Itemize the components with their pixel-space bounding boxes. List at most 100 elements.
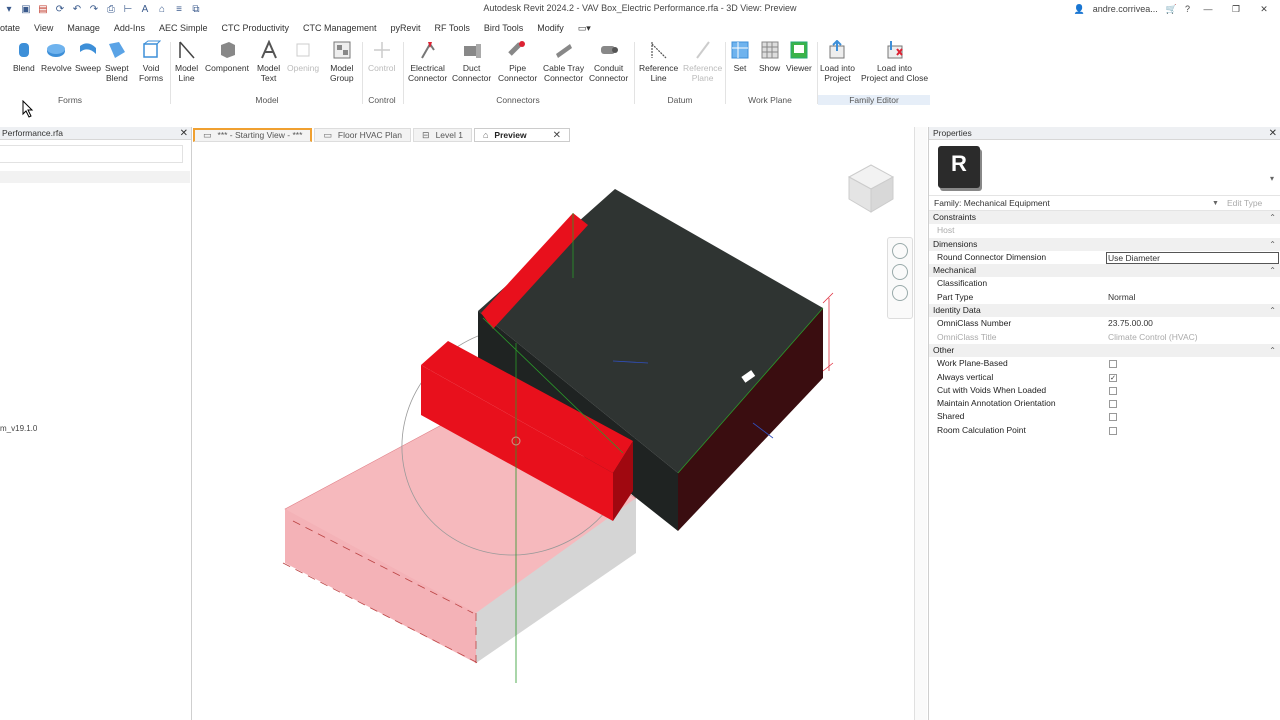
void-forms-button[interactable]: Void Forms: [139, 40, 163, 83]
minimize-icon[interactable]: —: [1198, 4, 1218, 14]
load-into-project-close-button[interactable]: Load into Project and Close: [861, 40, 928, 83]
tab-create[interactable]: otate: [0, 23, 27, 33]
close-icon[interactable]: ✕: [1269, 127, 1277, 140]
group-other[interactable]: Other ⌃: [929, 343, 1280, 358]
close-icon[interactable]: ✕: [1254, 4, 1274, 15]
tab-rf-tools[interactable]: RF Tools: [428, 23, 477, 33]
tab-floor-hvac-plan[interactable]: ▭ Floor HVAC Plan: [314, 128, 412, 142]
view-splitter[interactable]: [914, 127, 927, 720]
measure-icon[interactable]: ⊢: [121, 3, 135, 15]
conduit-connector-button[interactable]: Conduit Connector: [589, 40, 628, 83]
steering-wheel-icon[interactable]: [892, 243, 908, 259]
swept-blend-button[interactable]: Swept Blend: [105, 40, 129, 83]
tab-view[interactable]: View: [27, 23, 60, 33]
ribbon-options-icon[interactable]: ▭▾: [571, 23, 598, 34]
tab-preview[interactable]: ⌂ Preview ✕: [473, 128, 570, 142]
text-icon[interactable]: A: [138, 3, 152, 15]
duct-connector-button[interactable]: Duct Connector: [452, 40, 491, 83]
view-cube[interactable]: [841, 157, 901, 217]
set-button[interactable]: Set: [730, 40, 750, 73]
tab-add-ins[interactable]: Add-Ins: [107, 23, 152, 33]
edit-type-button[interactable]: Edit Type: [1227, 198, 1262, 208]
panel-model[interactable]: Model: [237, 95, 297, 105]
panel-datum[interactable]: Datum: [650, 95, 710, 105]
collapse-icon[interactable]: ⌃: [1269, 211, 1276, 224]
pipe-connector-button[interactable]: Pipe Connector: [498, 40, 537, 83]
tab-aec-simple[interactable]: AEC Simple: [152, 23, 215, 33]
room-calculation-point-checkbox[interactable]: [1109, 426, 1117, 435]
tab-starting-view[interactable]: ▭ *** - Starting View - ***: [193, 128, 313, 142]
panel-connectors[interactable]: Connectors: [488, 95, 548, 105]
home-icon[interactable]: ⌂: [155, 3, 169, 15]
sweep-button[interactable]: Sweep: [75, 40, 101, 73]
undo-icon[interactable]: ↶: [70, 3, 84, 15]
model-group-button[interactable]: Model Group: [330, 40, 354, 83]
panel-forms[interactable]: Forms: [40, 95, 100, 105]
group-identity-data[interactable]: Identity Data ⌃: [929, 304, 1280, 318]
maintain-annotation-checkbox[interactable]: [1109, 400, 1117, 409]
pan-icon[interactable]: [892, 285, 908, 301]
switch-windows-icon[interactable]: ⧉: [189, 3, 203, 15]
panel-work-plane[interactable]: Work Plane: [740, 95, 800, 105]
tab-modify[interactable]: Modify: [530, 23, 571, 33]
cart-icon[interactable]: 🛒: [1166, 4, 1177, 15]
chevron-down-icon[interactable]: ▼: [1212, 200, 1219, 207]
type-selector[interactable]: R ▾: [929, 140, 1280, 195]
model-text-button[interactable]: Model Text: [257, 40, 280, 83]
reference-plane-button[interactable]: Reference Plane: [683, 40, 722, 83]
group-dimensions[interactable]: Dimensions ⌃: [929, 237, 1280, 251]
tab-bird-tools[interactable]: Bird Tools: [477, 23, 530, 33]
thin-lines-icon[interactable]: ≡: [172, 3, 186, 15]
tab-manage[interactable]: Manage: [60, 23, 107, 33]
collapse-icon[interactable]: ⌃: [1269, 264, 1276, 277]
sync-icon[interactable]: ⟳: [53, 3, 67, 15]
show-button[interactable]: Show: [759, 40, 780, 73]
close-icon[interactable]: ✕: [180, 127, 188, 140]
family-filter[interactable]: Family: Mechanical Equipment ▼ Edit Type: [929, 195, 1280, 211]
3d-view-canvas[interactable]: [193, 143, 913, 720]
close-icon[interactable]: ✕: [553, 129, 561, 142]
chevron-down-icon[interactable]: ▾: [2, 3, 16, 15]
panel-family-editor[interactable]: Family Editor: [818, 95, 930, 105]
part-type-value[interactable]: Normal: [1108, 291, 1135, 304]
cable-tray-connector-button[interactable]: Cable Tray Connector: [543, 40, 584, 83]
work-plane-based-checkbox[interactable]: [1109, 360, 1117, 369]
model-line-button[interactable]: Model Line: [175, 40, 198, 83]
component-button[interactable]: Component: [205, 40, 249, 73]
user-icon[interactable]: 👤: [1074, 4, 1085, 15]
reference-line-button[interactable]: Reference Line: [639, 40, 678, 83]
electrical-connector-button[interactable]: Electrical Connector: [408, 40, 447, 83]
group-constraints[interactable]: Constraints ⌃: [929, 211, 1280, 225]
cut-with-voids-checkbox[interactable]: [1109, 386, 1117, 395]
load-into-project-button[interactable]: Load into Project: [820, 40, 855, 83]
panel-control[interactable]: Control: [362, 95, 402, 105]
revolve-button[interactable]: Revolve: [41, 40, 72, 73]
zoom-icon[interactable]: [892, 264, 908, 280]
collapse-icon[interactable]: ⌃: [1269, 344, 1276, 357]
project-browser-search[interactable]: [0, 145, 183, 163]
tab-level-1[interactable]: ⊟ Level 1: [413, 128, 472, 142]
collapse-icon[interactable]: ⌃: [1269, 238, 1276, 251]
print-icon[interactable]: ⎙: [104, 3, 118, 15]
open-icon[interactable]: ▤: [36, 3, 50, 15]
blend-button[interactable]: Blend: [13, 40, 35, 73]
tab-ctc-productivity[interactable]: CTC Productivity: [214, 23, 296, 33]
tab-pyrevit[interactable]: pyRevit: [384, 23, 428, 33]
collapse-icon[interactable]: ⌃: [1269, 304, 1276, 317]
redo-icon[interactable]: ↷: [87, 3, 101, 15]
tab-ctc-management[interactable]: CTC Management: [296, 23, 384, 33]
chevron-down-icon[interactable]: ▾: [1270, 174, 1274, 183]
save-icon[interactable]: ▣: [19, 3, 33, 15]
group-mechanical[interactable]: Mechanical ⌃: [929, 264, 1280, 278]
restore-icon[interactable]: ❐: [1226, 4, 1246, 15]
always-vertical-checkbox[interactable]: ✓: [1109, 373, 1117, 382]
opening-button[interactable]: Opening: [287, 40, 319, 73]
project-browser-item[interactable]: m_v19.1.0: [0, 424, 37, 433]
help-icon[interactable]: ?: [1185, 4, 1190, 14]
viewer-button[interactable]: Viewer: [786, 40, 812, 73]
round-connector-dimension-select[interactable]: Use Diameter: [1106, 251, 1279, 264]
omniclass-number-value[interactable]: 23.75.00.00: [1108, 317, 1153, 330]
user-name[interactable]: andre.corrivea...: [1093, 4, 1158, 14]
control-button[interactable]: Control: [368, 40, 395, 73]
vav-box-model[interactable]: [193, 143, 913, 720]
